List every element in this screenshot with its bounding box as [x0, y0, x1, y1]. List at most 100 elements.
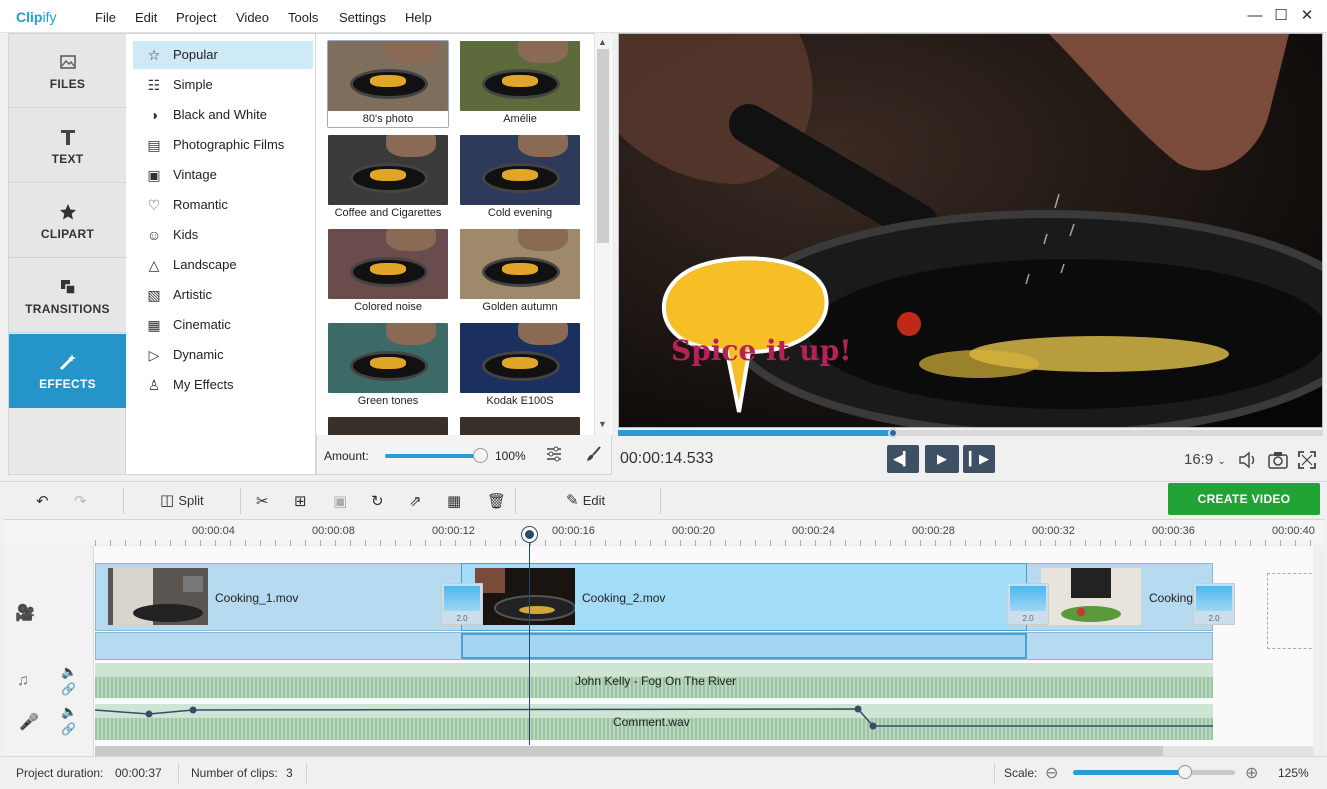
- zoom-in-icon[interactable]: ⊕: [1245, 763, 1258, 783]
- category-item[interactable]: ☷ Simple: [133, 71, 313, 99]
- timeline-hscroll-thumb[interactable]: [95, 746, 1163, 756]
- nav-transitions[interactable]: TRANSITIONS: [9, 259, 126, 333]
- category-item[interactable]: ▦ Cinematic: [133, 311, 313, 339]
- menu-project[interactable]: Project: [176, 10, 216, 25]
- effect-thumbnail[interactable]: [460, 135, 580, 205]
- menu-edit[interactable]: Edit: [135, 10, 157, 25]
- nav-effects[interactable]: EFFECTS: [9, 334, 126, 408]
- menu-settings[interactable]: Settings: [339, 10, 386, 25]
- delete-icon[interactable]: 🗑: [487, 492, 506, 510]
- app-logo: Clipify: [16, 9, 57, 25]
- category-item[interactable]: ◑ Black and White: [133, 101, 313, 129]
- voice-volume-icon[interactable]: 🔈: [61, 704, 77, 720]
- category-item[interactable]: ▣ Vintage: [133, 161, 313, 189]
- camera-icon[interactable]: [1267, 450, 1289, 470]
- category-label: Dynamic: [173, 347, 224, 362]
- scissors-icon[interactable]: ✂: [256, 492, 269, 510]
- clips-label: Number of clips:: [191, 766, 278, 780]
- category-item[interactable]: ▧ Artistic: [133, 281, 313, 309]
- category-icon: ☆: [147, 47, 161, 63]
- split-button[interactable]: ◫ Split: [160, 491, 204, 509]
- timeline-vscrollbar[interactable]: [1313, 546, 1325, 756]
- transition-2[interactable]: 2.0: [1007, 583, 1049, 625]
- aspect-ratio-select[interactable]: 16:9 ⌄: [1184, 451, 1226, 468]
- effect-thumbnail[interactable]: [328, 323, 448, 393]
- nav-text[interactable]: TEXT: [9, 109, 126, 183]
- playhead-handle[interactable]: [522, 527, 537, 542]
- create-video-button[interactable]: CREATE VIDEO: [1168, 483, 1320, 515]
- scale-slider-handle[interactable]: [1177, 765, 1192, 779]
- effect-thumbnail[interactable]: [328, 41, 448, 111]
- category-label: Simple: [173, 77, 213, 92]
- menu-file[interactable]: File: [95, 10, 116, 25]
- ruler-time-label: 00:00:24: [792, 525, 835, 537]
- nav-files[interactable]: FILES: [9, 34, 126, 108]
- nav-clipart[interactable]: CLIPART: [9, 184, 126, 258]
- ruler-time-label: 00:00:12: [432, 525, 475, 537]
- fullscreen-icon[interactable]: [1297, 450, 1317, 470]
- category-label: Romantic: [173, 197, 228, 212]
- effects-scrollbar[interactable]: ▲ ▼: [594, 33, 611, 435]
- amount-slider[interactable]: [385, 448, 488, 463]
- empty-clip-slot[interactable]: [1267, 573, 1317, 649]
- sliders-icon[interactable]: [545, 445, 563, 463]
- menu-help[interactable]: Help: [405, 10, 432, 25]
- volume-icon[interactable]: [1238, 450, 1258, 470]
- play-button[interactable]: ▶: [925, 445, 959, 473]
- menu-tools[interactable]: Tools: [288, 10, 318, 25]
- duration-label: Project duration:: [16, 766, 104, 780]
- resize-icon[interactable]: ⇗: [409, 492, 422, 510]
- overlay-selection[interactable]: [461, 633, 1027, 659]
- prev-frame-button[interactable]: ◀▎: [887, 445, 919, 473]
- music-track[interactable]: John Kelly - Fog On The River: [95, 663, 1213, 698]
- pencil-icon: ✎: [566, 492, 579, 509]
- effect-categories: ☆ Popular ☷ Simple ◑ Black and White ▤ Photogra…: [126, 33, 316, 475]
- effect-thumbnail[interactable]: [328, 229, 448, 299]
- category-item[interactable]: ▤ Photographic Films: [133, 131, 313, 159]
- brush-icon[interactable]: [585, 445, 603, 463]
- category-icon: ▣: [147, 167, 161, 183]
- category-item[interactable]: ▷ Dynamic: [133, 341, 313, 369]
- effect-thumbnail[interactable]: [460, 417, 580, 435]
- microphone-icon: 🎤: [19, 714, 39, 731]
- effect-thumbnail[interactable]: [460, 323, 580, 393]
- ruler-time-label: 00:00:36: [1152, 525, 1195, 537]
- menu-video[interactable]: Video: [236, 10, 269, 25]
- voice-link-icon[interactable]: 🔗: [61, 722, 76, 736]
- transition-3[interactable]: 2.0: [1193, 583, 1235, 625]
- preview-caption: Spice it up!: [671, 334, 852, 367]
- category-item[interactable]: ♡ Romantic: [133, 191, 313, 219]
- category-item[interactable]: △ Landscape: [133, 251, 313, 279]
- preview-progress-handle[interactable]: [888, 428, 898, 438]
- undo-icon[interactable]: ↶: [36, 492, 49, 510]
- close-button[interactable]: ✕: [1296, 6, 1318, 26]
- effect-thumbnail[interactable]: [328, 417, 448, 435]
- zoom-out-icon[interactable]: ⊖: [1045, 763, 1058, 783]
- maximize-button[interactable]: ☐: [1270, 6, 1292, 26]
- redo-icon[interactable]: ↷: [74, 492, 87, 510]
- effect-thumbnail[interactable]: [460, 229, 580, 299]
- magic-wand-icon: [58, 352, 78, 372]
- effect-thumbnail[interactable]: [328, 135, 448, 205]
- next-frame-button[interactable]: ▎▶: [963, 445, 995, 473]
- category-item[interactable]: ☆ Popular: [133, 41, 313, 69]
- overlay-icon[interactable]: ▣: [333, 492, 347, 510]
- track-headers: 🎥 ♫ 🔈 🔗 🎤 🔈 🔗: [3, 546, 94, 756]
- category-item[interactable]: ☺ Kids: [133, 221, 313, 249]
- voice-track[interactable]: Comment.wav: [95, 704, 1213, 740]
- minimize-button[interactable]: —: [1244, 6, 1266, 26]
- rotate-icon[interactable]: ↻: [371, 492, 384, 510]
- effect-label: Amélie: [503, 113, 537, 125]
- music-link-icon[interactable]: 🔗: [61, 682, 76, 696]
- properties-icon[interactable]: ▦: [447, 492, 461, 510]
- effect-thumbnail[interactable]: [460, 41, 580, 111]
- category-label: Popular: [173, 47, 218, 62]
- category-item[interactable]: ♙ My Effects: [133, 371, 313, 399]
- edit-button[interactable]: ✎ Edit: [566, 491, 605, 509]
- music-volume-icon[interactable]: 🔈: [61, 664, 77, 680]
- crop-icon[interactable]: ⊞: [294, 492, 307, 510]
- transition-1[interactable]: 2.0: [441, 583, 483, 625]
- category-label: Vintage: [173, 167, 217, 182]
- video-preview[interactable]: Spice it up!: [618, 33, 1323, 428]
- clip-name: Cooking: [1149, 591, 1194, 605]
